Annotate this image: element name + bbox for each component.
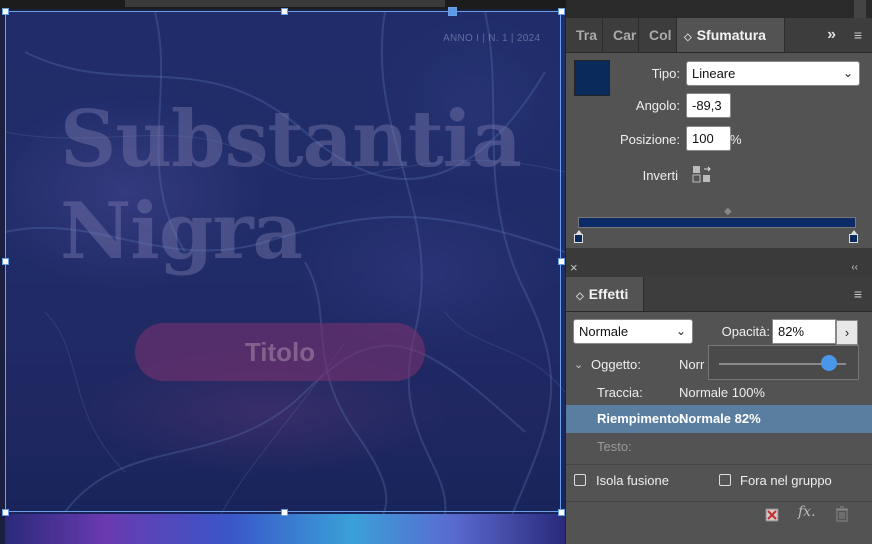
invert-label: Inverti	[642, 168, 678, 183]
effects-row-text[interactable]: Testo:	[566, 433, 872, 461]
title-line-2: Nigra	[60, 186, 303, 277]
type-label: Tipo:	[651, 66, 680, 81]
scrollbar-thumb[interactable]	[125, 0, 445, 7]
handle-middle-left[interactable]	[2, 258, 9, 265]
knockout-group-label: Fora nel gruppo	[740, 473, 832, 488]
blend-mode-value: Normale	[579, 324, 629, 339]
object-value: Norr	[679, 357, 705, 372]
close-icon[interactable]: ×	[570, 259, 578, 277]
gradient-swatch[interactable]	[574, 60, 610, 96]
gradient-panel-tabbar: Tra Car Col ◇ Sfumatura » ≡	[566, 18, 872, 53]
magazine-cover-page[interactable]: ANNO I | N. 1 | 2024 Substantia Nigra Ti…	[5, 12, 565, 544]
handle-bottom-left[interactable]	[2, 509, 9, 516]
knockout-group-checkbox[interactable]	[719, 474, 731, 486]
tab-color[interactable]: Col	[639, 18, 677, 52]
cover-image-bottom	[5, 514, 565, 544]
fill-label: Riempimento:	[597, 411, 684, 426]
effects-row-fill[interactable]: Riempimento: Normale 82%	[566, 405, 872, 433]
tabs-overflow-icon[interactable]: »	[827, 18, 836, 52]
handle-middle-right[interactable]	[558, 258, 565, 265]
gradient-type-value: Lineare	[692, 66, 736, 81]
stroke-label: Traccia:	[597, 385, 643, 400]
panel-options-icon: ◇	[684, 32, 692, 43]
trash-icon[interactable]	[835, 506, 849, 522]
opacity-slider-toggle[interactable]: ›	[836, 320, 858, 345]
tab-effects[interactable]: ◇ Effetti	[566, 277, 644, 311]
opacity-slider-popup	[708, 345, 859, 380]
gradient-midpoint-icon[interactable]: ◆	[724, 206, 732, 217]
panel-options-icon: ◇	[576, 291, 584, 302]
divider	[566, 501, 872, 502]
handle-bottom-right[interactable]	[558, 509, 565, 516]
fx-icon[interactable]: fx.	[798, 504, 816, 520]
tab-effects-label: Effetti	[588, 286, 629, 302]
tab-stroke[interactable]: Car	[603, 18, 639, 52]
isolate-blending-checkbox[interactable]	[574, 474, 586, 486]
magazine-title: Substantia Nigra	[60, 94, 522, 278]
panel-menu-icon[interactable]: ≡	[854, 18, 862, 52]
tab-transparency[interactable]: Tra	[566, 18, 603, 52]
opacity-input[interactable]: 82%	[772, 319, 836, 344]
angle-input[interactable]: -89,3	[686, 93, 731, 118]
handle-top-middle[interactable]	[281, 8, 288, 15]
handle-top-left[interactable]	[2, 8, 9, 15]
effects-panel-tabbar: ◇ Effetti ≡	[566, 277, 872, 312]
handle-bottom-middle[interactable]	[281, 509, 288, 516]
divider	[566, 464, 872, 465]
invert-gradient-icon[interactable]	[691, 163, 713, 185]
chevron-down-icon: ⌄	[675, 324, 686, 338]
panel-dock-scroll	[854, 0, 866, 18]
issue-text: ANNO I | N. 1 | 2024	[443, 33, 541, 44]
stroke-value: Normale 100%	[679, 385, 765, 400]
title-line-1: Substantia	[60, 94, 522, 185]
gradient-stop-left[interactable]	[574, 230, 583, 243]
tab-gradient-label: Sfumatura	[696, 27, 766, 43]
handle-top-right[interactable]	[558, 8, 565, 15]
effects-panel: × ‹‹ ◇ Effetti ≡ Normale ⌄ Opacità: 82% ⌄ …	[566, 259, 872, 544]
angle-label: Angolo:	[635, 98, 680, 113]
chevron-down-icon: ⌄	[574, 359, 584, 371]
effects-panel-titlebar: × ‹‹	[566, 259, 872, 277]
position-label: Posizione:	[620, 132, 680, 147]
text-label: Testo:	[597, 439, 632, 454]
opacity-slider-knob[interactable]	[821, 355, 838, 371]
collapse-icon[interactable]: ‹‹	[851, 259, 858, 277]
position-input[interactable]: 100	[686, 126, 731, 151]
panel-dock-header	[566, 0, 872, 18]
fill-value: Normale 82%	[679, 411, 761, 426]
gradient-ramp[interactable]	[578, 217, 856, 228]
gradient-type-select[interactable]: Lineare ⌄	[686, 61, 860, 86]
gradient-stop-right[interactable]	[849, 230, 858, 243]
document-canvas[interactable]: ANNO I | N. 1 | 2024 Substantia Nigra Ti…	[0, 0, 566, 544]
object-label: Oggetto:	[591, 357, 641, 372]
isolate-blending-label: Isola fusione	[596, 473, 669, 488]
tab-gradient[interactable]: ◇ Sfumatura	[677, 18, 785, 52]
clear-effects-icon[interactable]	[765, 508, 779, 522]
effects-row-stroke[interactable]: Traccia: Normale 100%	[566, 379, 872, 407]
opacity-label: Opacità:	[721, 324, 770, 339]
position-unit: %	[730, 132, 742, 147]
title-pill: Titolo	[135, 323, 425, 381]
chevron-down-icon: ⌄	[842, 66, 853, 80]
gradient-handle[interactable]	[448, 7, 457, 16]
blend-mode-select[interactable]: Normale ⌄	[573, 319, 693, 344]
panel-menu-icon[interactable]: ≡	[854, 277, 862, 311]
gradient-panel: Tra Car Col ◇ Sfumatura » ≡ Tipo: Lineare…	[566, 18, 872, 248]
